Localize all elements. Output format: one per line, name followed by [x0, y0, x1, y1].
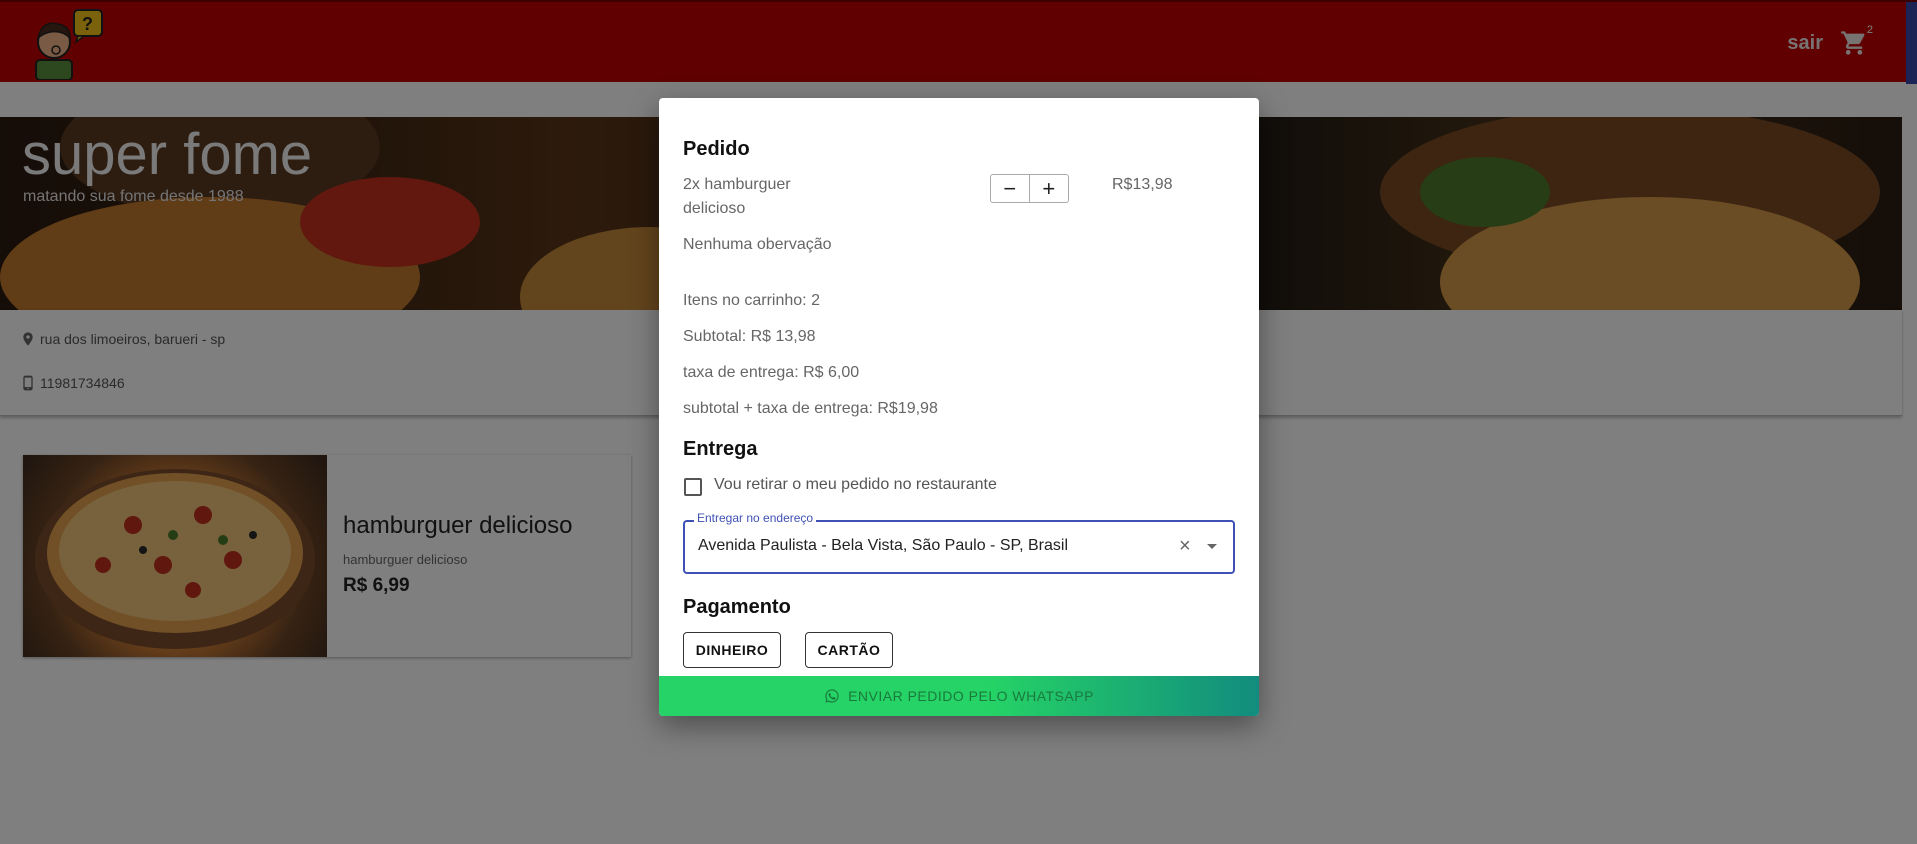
order-heading: Pedido: [683, 138, 750, 160]
order-item-name-line1: 2x hamburguer: [683, 176, 791, 193]
send-whatsapp-button[interactable]: ENVIAR PEDIDO PELO WHATSAPP: [659, 676, 1259, 716]
close-icon[interactable]: ×: [1179, 535, 1191, 558]
subtotal: Subtotal: R$ 13,98: [683, 328, 816, 345]
items-in-cart: Itens no carrinho: 2: [683, 292, 820, 309]
decrement-button[interactable]: −: [991, 175, 1030, 202]
payment-card-button[interactable]: CARTÃO: [805, 632, 893, 668]
quantity-stepper: − +: [990, 174, 1069, 203]
delivery-address-label: Entregar no endereço: [694, 511, 817, 525]
payment-cash-button[interactable]: DINHEIRO: [683, 632, 781, 668]
chevron-down-icon[interactable]: [1207, 544, 1217, 549]
delivery-fee: taxa de entrega: R$ 6,00: [683, 364, 860, 381]
order-item-note: Nenhuma obervação: [683, 236, 832, 253]
pickup-checkbox[interactable]: [684, 478, 702, 496]
order-total: subtotal + taxa de entrega: R$19,98: [683, 400, 938, 417]
pickup-checkbox-label[interactable]: Vou retirar o meu pedido no restaurante: [714, 476, 997, 494]
send-whatsapp-label: ENVIAR PEDIDO PELO WHATSAPP: [848, 688, 1094, 704]
increment-button[interactable]: +: [1030, 175, 1069, 202]
order-item-price: R$13,98: [1112, 176, 1173, 193]
delivery-address-input[interactable]: Avenida Paulista - Bela Vista, São Paulo…: [698, 537, 1068, 555]
whatsapp-icon: [825, 689, 839, 703]
delivery-heading: Entrega: [683, 438, 758, 460]
order-item-name-line2: delicioso: [683, 200, 746, 217]
payment-heading: Pagamento: [683, 596, 791, 618]
order-dialog: Pedido 2x hamburguer delicioso − + R$13,…: [659, 98, 1259, 716]
